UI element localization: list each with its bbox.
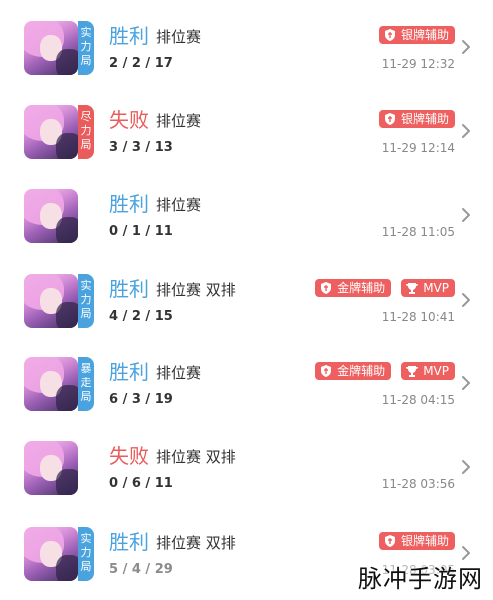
honor-tag-label: 银牌辅助 bbox=[400, 28, 449, 42]
match-history-list: 实力局 胜利 排位赛 2 / 2 / 17 银牌辅助 11-29 12:32 尽力局 失败 排位… bbox=[0, 0, 493, 600]
honor-tags: 银牌辅助 bbox=[378, 110, 455, 128]
match-time: 11-28 10:41 bbox=[381, 310, 455, 324]
match-result: 失败 bbox=[109, 108, 149, 132]
match-quality-badge: 实力局 bbox=[78, 21, 94, 75]
honor-tag-label: MVP bbox=[423, 364, 449, 378]
hero-avatar-group: 暴走局 bbox=[24, 357, 94, 411]
site-watermark: 脉冲手游网 bbox=[358, 565, 483, 593]
hero-avatar bbox=[24, 189, 78, 243]
hero-avatar-group: 实力局 bbox=[24, 527, 94, 581]
hero-avatar-group: 实力局 bbox=[24, 274, 94, 328]
chevron-right-icon[interactable] bbox=[459, 38, 473, 56]
match-row[interactable]: 失败 排位赛 双排 0 / 6 / 11 11-28 03:56 bbox=[0, 424, 493, 508]
hero-avatar-group bbox=[24, 189, 94, 243]
hero-avatar bbox=[24, 21, 78, 75]
kda-stats: 4 / 2 / 15 bbox=[109, 309, 173, 324]
match-result: 失败 bbox=[109, 444, 149, 468]
honor-tag-label: 银牌辅助 bbox=[400, 112, 449, 126]
silver-support-icon bbox=[383, 534, 397, 548]
hero-avatar-group: 实力局 bbox=[24, 21, 94, 75]
honor-tag-label: MVP bbox=[423, 281, 449, 295]
kda-stats: 0 / 1 / 11 bbox=[109, 224, 173, 239]
honor-tag: 金牌辅助 bbox=[315, 362, 392, 380]
kda-stats: 6 / 3 / 19 bbox=[109, 392, 173, 407]
hero-avatar bbox=[24, 274, 78, 328]
match-row[interactable]: 暴走局 胜利 排位赛 6 / 3 / 19 金牌辅助 MVP 11-28 04:15 bbox=[0, 340, 493, 424]
match-quality-badge: 尽力局 bbox=[78, 105, 94, 159]
chevron-right-icon[interactable] bbox=[459, 206, 473, 224]
match-mode: 排位赛 双排 bbox=[156, 534, 236, 552]
kda-stats: 3 / 3 / 13 bbox=[109, 140, 173, 155]
gold-support-icon bbox=[319, 281, 333, 295]
honor-tag-label: 金牌辅助 bbox=[337, 281, 386, 295]
match-result: 胜利 bbox=[109, 530, 149, 554]
match-row[interactable]: 实力局 胜利 排位赛 2 / 2 / 17 银牌辅助 11-29 12:32 bbox=[0, 4, 493, 88]
match-quality-badge: 实力局 bbox=[78, 274, 94, 328]
match-mode: 排位赛 双排 bbox=[156, 448, 236, 466]
match-time: 11-28 03:56 bbox=[381, 477, 455, 491]
honor-tag: 银牌辅助 bbox=[378, 532, 455, 550]
match-mode: 排位赛 bbox=[156, 28, 202, 46]
hero-avatar bbox=[24, 527, 78, 581]
honor-tag: 金牌辅助 bbox=[315, 279, 392, 297]
chevron-right-icon[interactable] bbox=[459, 374, 473, 392]
match-row[interactable]: 胜利 排位赛 0 / 1 / 11 11-28 11:05 bbox=[0, 172, 493, 256]
match-result: 胜利 bbox=[109, 24, 149, 48]
match-time: 11-28 11:05 bbox=[381, 225, 455, 239]
honor-tag: MVP bbox=[401, 279, 455, 297]
match-quality-badge: 实力局 bbox=[78, 527, 94, 581]
kda-stats: 5 / 4 / 29 bbox=[109, 562, 173, 577]
match-quality-badge: 暴走局 bbox=[78, 357, 94, 411]
chevron-right-icon[interactable] bbox=[459, 458, 473, 476]
hero-avatar bbox=[24, 357, 78, 411]
honor-tag: 银牌辅助 bbox=[378, 110, 455, 128]
honor-tags: 银牌辅助 bbox=[378, 532, 455, 550]
match-result: 胜利 bbox=[109, 192, 149, 216]
honor-tags: 金牌辅助 MVP bbox=[315, 279, 455, 297]
chevron-right-icon[interactable] bbox=[459, 122, 473, 140]
match-mode: 排位赛 bbox=[156, 364, 202, 382]
honor-tag-label: 银牌辅助 bbox=[400, 534, 449, 548]
kda-stats: 2 / 2 / 17 bbox=[109, 56, 173, 71]
silver-support-icon bbox=[383, 112, 397, 126]
hero-avatar bbox=[24, 441, 78, 495]
match-mode: 排位赛 双排 bbox=[156, 281, 236, 299]
match-result: 胜利 bbox=[109, 360, 149, 384]
honor-tags: 金牌辅助 MVP bbox=[315, 362, 455, 380]
mvp-trophy-icon bbox=[405, 281, 419, 295]
honor-tag: 银牌辅助 bbox=[378, 26, 455, 44]
match-time: 11-28 04:15 bbox=[381, 393, 455, 407]
match-row[interactable]: 实力局 胜利 排位赛 双排 4 / 2 / 15 金牌辅助 MVP 11-28 10:41 bbox=[0, 257, 493, 341]
honor-tag-label: 金牌辅助 bbox=[337, 364, 386, 378]
hero-avatar bbox=[24, 105, 78, 159]
match-result: 胜利 bbox=[109, 277, 149, 301]
honor-tags: 银牌辅助 bbox=[378, 26, 455, 44]
gold-support-icon bbox=[319, 364, 333, 378]
hero-avatar-group: 尽力局 bbox=[24, 105, 94, 159]
mvp-trophy-icon bbox=[405, 364, 419, 378]
silver-support-icon bbox=[383, 28, 397, 42]
kda-stats: 0 / 6 / 11 bbox=[109, 476, 173, 491]
match-row[interactable]: 尽力局 失败 排位赛 3 / 3 / 13 银牌辅助 11-29 12:14 bbox=[0, 88, 493, 172]
chevron-right-icon[interactable] bbox=[459, 291, 473, 309]
hero-avatar-group bbox=[24, 441, 94, 495]
honor-tag: MVP bbox=[401, 362, 455, 380]
match-mode: 排位赛 bbox=[156, 196, 202, 214]
match-mode: 排位赛 bbox=[156, 112, 202, 130]
match-time: 11-29 12:14 bbox=[381, 141, 455, 155]
match-time: 11-29 12:32 bbox=[381, 57, 455, 71]
